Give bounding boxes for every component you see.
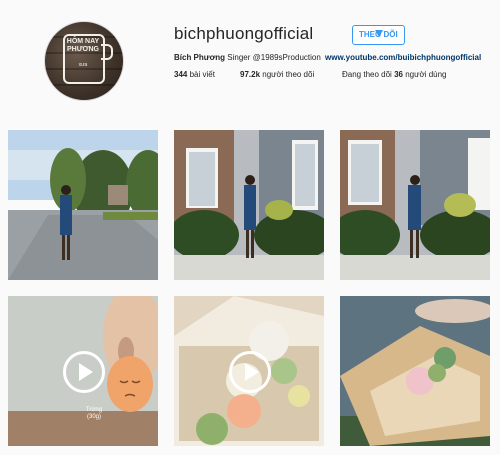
posts-count: 344 <box>174 70 188 79</box>
bio-description: Singer @1989sProduction <box>227 53 321 62</box>
following-count: 36 <box>394 70 403 79</box>
caption-line-2: (30g) <box>86 414 101 420</box>
profile-username: bichphuongofficial <box>174 24 314 43</box>
following-label: người dùng <box>405 70 447 79</box>
post-thumbnail-egg-video[interactable]: Trứng (30g) <box>8 296 158 446</box>
play-icon[interactable] <box>63 351 105 393</box>
profile-bio: Bích Phương Singer @1989sProduction www.… <box>174 53 481 62</box>
following-stat[interactable]: Đang theo dõi 36 người dùng <box>342 70 447 79</box>
street-photo <box>8 130 158 280</box>
post-thumbnail-box[interactable] <box>340 296 490 446</box>
followers-count: 97.2k <box>240 70 261 79</box>
post-thumbnail-street[interactable] <box>8 130 158 280</box>
followers-label: người theo dõi <box>262 70 315 79</box>
avatar-logo-subtext: xưa <box>78 62 88 68</box>
post-thumbnail-house-2[interactable] <box>340 130 490 280</box>
posts-label: bài viết <box>189 70 215 79</box>
play-icon[interactable] <box>229 351 271 393</box>
video-caption: Trứng (30g) <box>74 407 114 421</box>
bio-link[interactable]: www.youtube.com/buibichphuongofficial <box>325 53 481 62</box>
following-prefix: Đang theo dõi <box>342 70 392 79</box>
caption-line-1: Trứng <box>85 407 103 413</box>
box-photo <box>340 296 490 446</box>
followers-stat[interactable]: 97.2k người theo dõi <box>240 70 314 79</box>
posts-stat: 344 bài viết <box>174 70 215 79</box>
house-photo-2 <box>340 130 490 280</box>
triangle-down-icon[interactable] <box>375 30 383 37</box>
post-thumbnail-cakes-video[interactable] <box>174 296 324 446</box>
bio-name: Bích Phương <box>174 53 226 62</box>
avatar-logo-text: HÔM NAY PHƯƠNG <box>66 38 100 53</box>
profile-avatar[interactable]: HÔM NAY PHƯƠNG xưa <box>44 21 124 101</box>
house-photo <box>174 130 324 280</box>
post-thumbnail-house[interactable] <box>174 130 324 280</box>
